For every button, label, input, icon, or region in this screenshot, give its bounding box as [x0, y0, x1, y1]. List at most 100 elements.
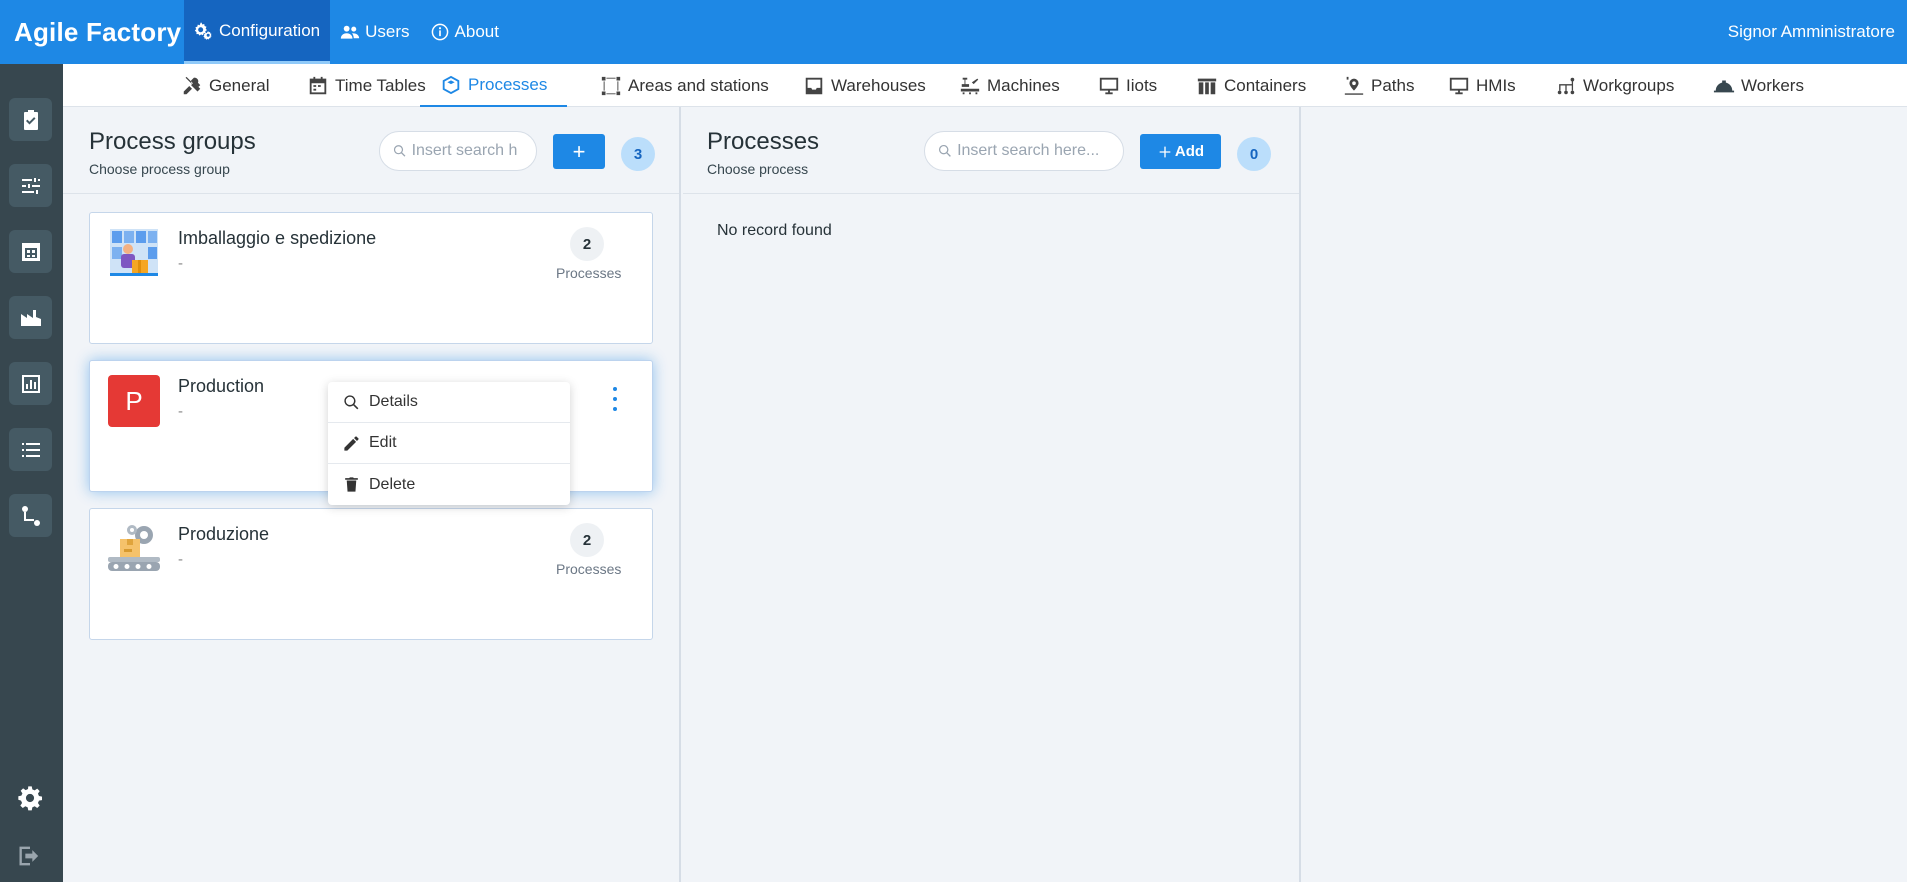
- process-group-desc: -: [178, 255, 183, 272]
- process-groups-count: 3: [621, 137, 655, 171]
- helmet-icon: [1713, 80, 1735, 92]
- list-icon: [21, 442, 40, 457]
- tab-label: General: [209, 75, 270, 95]
- topnav-about[interactable]: About: [420, 0, 509, 64]
- empty-state-text: No record found: [717, 222, 832, 239]
- process-count-label: Processes: [556, 561, 622, 577]
- top-nav: Configuration Users About: [184, 0, 509, 64]
- process-count-badge: 2: [570, 227, 604, 261]
- sliders-icon: [21, 177, 40, 194]
- topnav-configuration[interactable]: Configuration: [184, 0, 331, 64]
- route-icon: [21, 505, 40, 526]
- tab-label: Containers: [1224, 75, 1307, 95]
- sidebar-settings[interactable]: [14, 782, 46, 814]
- topnav-label: About: [454, 22, 499, 41]
- tab-general[interactable]: General: [181, 64, 269, 107]
- topnav-label: Users: [365, 22, 410, 41]
- bar-chart-icon: [21, 374, 40, 393]
- process-group-name: Production: [178, 376, 265, 396]
- menu-item-delete[interactable]: Delete: [328, 464, 570, 505]
- process-group-desc: -: [178, 551, 183, 568]
- tab-areas-and-stations[interactable]: Areas and stations: [600, 64, 769, 107]
- conveyor-illustration: [108, 525, 160, 571]
- tab-hmis[interactable]: HMIs: [1448, 64, 1516, 107]
- tab-workgroups[interactable]: Workgroups: [1555, 64, 1674, 107]
- processes-count: 0: [1237, 137, 1271, 171]
- area-icon: [601, 76, 621, 95]
- tab-paths[interactable]: Paths: [1343, 64, 1414, 107]
- tab-warehouses[interactable]: Warehouses: [803, 64, 926, 107]
- warehouse-icon: [21, 242, 40, 261]
- info-icon: [431, 23, 448, 41]
- add-process-label: Add: [1174, 143, 1205, 160]
- process-icon: [442, 75, 460, 94]
- user-menu[interactable]: Signor Amministratore: [1728, 22, 1907, 42]
- menu-item-label: Edit: [369, 434, 397, 451]
- monitor-icon: [1449, 77, 1469, 94]
- process-group-avatar: P: [108, 375, 160, 427]
- menu-item-edit[interactable]: Edit: [328, 423, 570, 464]
- tab-label: Processes: [468, 74, 548, 94]
- kebab-menu-icon[interactable]: [608, 387, 622, 411]
- tab-machines[interactable]: Machines: [959, 64, 1060, 107]
- process-group-card-imballaggio[interactable]: Imballaggio e spedizione - 2 Processes: [89, 212, 653, 344]
- tab-iiots[interactable]: Iiots: [1098, 64, 1157, 107]
- tab-time-tables[interactable]: Time Tables: [307, 64, 426, 107]
- sidebar-item-configuration[interactable]: [9, 164, 52, 207]
- processes-title: Processes: [707, 128, 820, 155]
- tab-label: Workgroups: [1583, 75, 1675, 95]
- gears-icon: [194, 22, 212, 40]
- brand-logo[interactable]: Agile Factory: [0, 17, 184, 48]
- sidebar: [0, 64, 63, 882]
- process-groups-search-input[interactable]: [411, 142, 536, 160]
- tab-workers[interactable]: Workers: [1713, 64, 1804, 107]
- search-icon: [393, 145, 406, 157]
- config-tabs: General Time Tables Processes Areas and …: [63, 64, 1907, 107]
- process-groups-header: Process groups Choose process group + 3: [63, 107, 679, 194]
- users-icon: [340, 25, 360, 39]
- menu-item-label: Details: [369, 393, 418, 410]
- sidebar-item-reports[interactable]: [9, 362, 52, 405]
- topnav-users[interactable]: Users: [330, 0, 419, 64]
- search-icon: [344, 394, 359, 409]
- processes-search[interactable]: [924, 131, 1124, 171]
- processes-search-input[interactable]: [957, 142, 1123, 160]
- process-group-desc: -: [178, 403, 183, 420]
- top-bar: Agile Factory Configuration Users About …: [0, 0, 1907, 64]
- sidebar-item-production[interactable]: [9, 296, 52, 339]
- process-group-card-produzione[interactable]: Produzione - 2 Processes: [89, 508, 653, 640]
- workgroups-icon: [1557, 77, 1575, 94]
- sidebar-item-routes[interactable]: [9, 494, 52, 537]
- calendar-icon: [309, 76, 327, 94]
- tab-label: Machines: [987, 75, 1060, 95]
- processes-panel: Processes Choose process Add 0 No record…: [683, 107, 1301, 882]
- tab-label: Paths: [1371, 75, 1415, 95]
- packing-illustration: [108, 227, 160, 279]
- sidebar-logout[interactable]: [14, 840, 46, 872]
- tab-containers[interactable]: Containers: [1196, 64, 1306, 107]
- plus-icon: [1159, 146, 1171, 157]
- menu-item-label: Delete: [369, 475, 416, 493]
- monitor-icon: [1099, 77, 1119, 94]
- tab-label: Time Tables: [335, 75, 426, 95]
- process-group-name: Produzione: [178, 524, 270, 544]
- process-groups-search[interactable]: [379, 131, 537, 171]
- sidebar-item-tasks[interactable]: [9, 98, 52, 141]
- tab-processes[interactable]: Processes: [420, 64, 568, 107]
- menu-item-details[interactable]: Details: [328, 382, 570, 423]
- process-groups-title: Process groups: [89, 128, 256, 155]
- process-count-badge: 2: [570, 523, 604, 557]
- sidebar-item-warehouse[interactable]: [9, 230, 52, 273]
- process-groups-subtitle: Choose process group: [89, 161, 230, 177]
- process-group-name: Imballaggio e spedizione: [178, 228, 377, 248]
- sidebar-item-lists[interactable]: [9, 428, 52, 471]
- logout-icon: [19, 846, 39, 866]
- add-process-group-button[interactable]: +: [553, 134, 605, 169]
- machine-icon: [960, 77, 980, 94]
- add-process-button[interactable]: Add: [1140, 134, 1221, 169]
- tab-label: Workers: [1741, 75, 1804, 95]
- card-context-menu: Details Edit Delete: [328, 382, 570, 505]
- clipboard-check-icon: [23, 109, 38, 130]
- trash-icon: [345, 477, 358, 492]
- gear-icon: [18, 786, 43, 811]
